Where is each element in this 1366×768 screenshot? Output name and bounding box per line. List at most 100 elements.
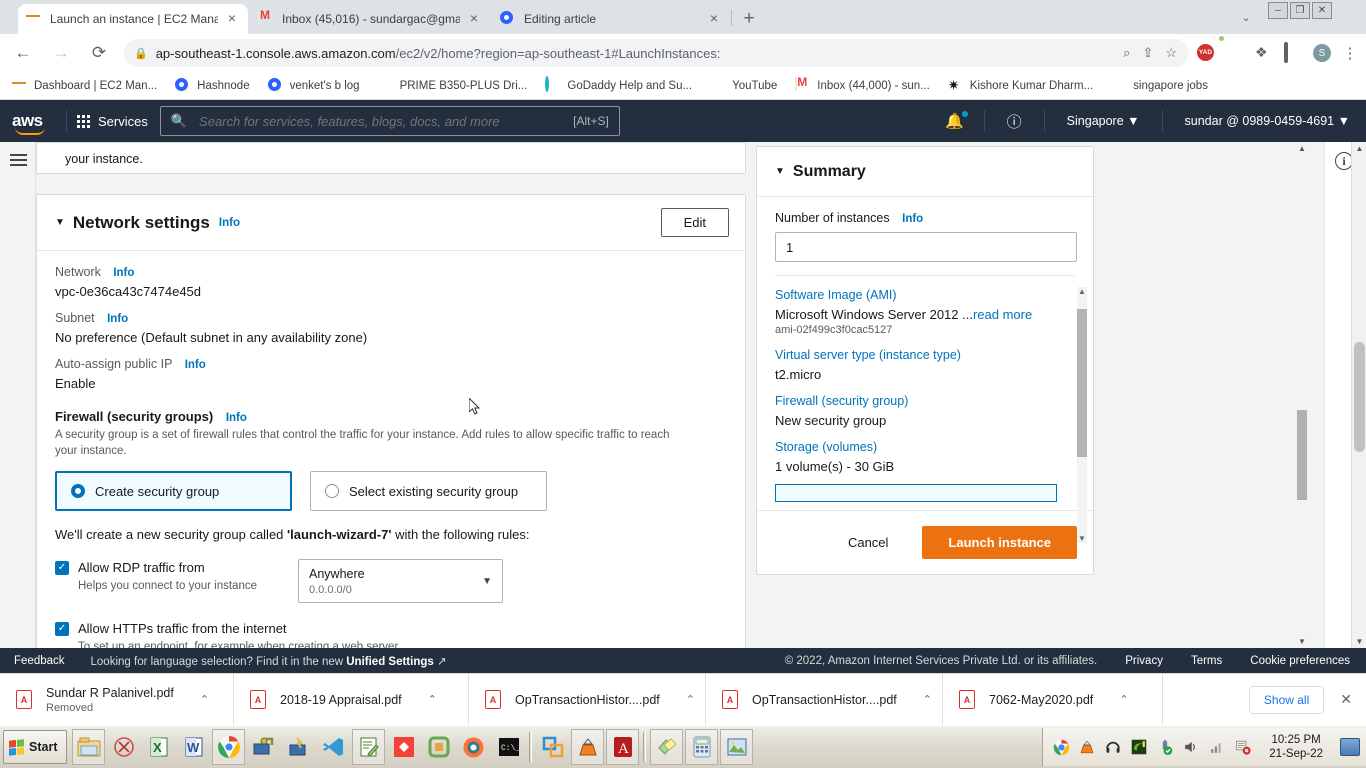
puzzle-extensions-icon[interactable]: ❖ [1255, 44, 1273, 62]
photo-viewer-icon[interactable] [720, 729, 754, 765]
chrome-tray-icon[interactable] [1053, 739, 1070, 756]
usb-safely-remove-icon[interactable] [1157, 739, 1174, 756]
firefox-icon[interactable] [457, 729, 490, 765]
nvidia-tray-icon[interactable] [1131, 739, 1148, 756]
notifications-bell-icon[interactable]: 🔔 [935, 111, 974, 130]
browser-tab-0[interactable]: Launch an instance | EC2 Manageme × [18, 4, 248, 34]
create-security-group-option[interactable]: Create security group [55, 471, 292, 512]
bookmark-star-icon[interactable]: ☆ [1165, 45, 1177, 61]
chevron-up-icon[interactable]: ⌃ [1119, 693, 1128, 706]
hamburger-menu-icon[interactable] [10, 154, 27, 169]
aws-search-box[interactable]: 🔍 [Alt+S] [159, 106, 620, 136]
browser-tab-2[interactable]: Editing article × [492, 4, 730, 34]
cancel-button[interactable]: Cancel [836, 529, 900, 556]
chevron-up-icon[interactable]: ⌃ [200, 693, 209, 706]
content-scrollbar[interactable]: ▲ ▼ [1295, 142, 1309, 648]
reload-button[interactable]: ⟳ [84, 38, 114, 68]
services-menu-button[interactable]: Services [77, 114, 148, 129]
restore-button[interactable]: ❐ [1290, 2, 1310, 19]
scroll-down-arrow-icon[interactable]: ▼ [1352, 637, 1366, 646]
page-scrollbar[interactable]: ▲ ▼ [1351, 142, 1366, 648]
tab-close-button[interactable]: × [224, 11, 240, 27]
back-button[interactable]: ← [8, 38, 38, 68]
excel-icon[interactable]: X [142, 729, 175, 765]
chrome-menu-icon[interactable]: ⋮ [1342, 44, 1358, 62]
green-link-icon[interactable] [422, 729, 455, 765]
chrome-icon[interactable] [212, 729, 246, 765]
collapse-caret-icon[interactable]: ▼ [775, 166, 785, 177]
word-icon[interactable]: W [177, 729, 210, 765]
select-existing-security-group-option[interactable]: Select existing security group [310, 471, 547, 512]
vlc-icon[interactable] [571, 729, 605, 765]
close-downloads-bar-button[interactable]: ✕ [1340, 691, 1352, 708]
scroll-thumb[interactable] [1297, 410, 1307, 500]
search-input[interactable] [197, 112, 574, 130]
chevron-up-icon[interactable]: ⌃ [428, 693, 437, 706]
info-link[interactable]: Info [113, 267, 134, 279]
bookmark-item[interactable]: Dashboard | EC2 Man... [12, 78, 157, 94]
taskbar-clock[interactable]: 10:25 PM 21-Sep-22 [1269, 733, 1323, 761]
start-button[interactable]: Start [3, 730, 68, 764]
new-tab-button[interactable]: + [738, 8, 760, 30]
summary-link[interactable]: Firewall (security group) [775, 394, 1075, 408]
download-item[interactable]: A Sundar R Palanivel.pdf Removed ⌃ [0, 673, 234, 726]
download-item[interactable]: A 2018-19 Appraisal.pdf ⌃ [234, 673, 469, 726]
aws-logo[interactable]: aws [12, 111, 56, 135]
bookmark-item[interactable]: YouTube [710, 78, 777, 94]
read-more-link[interactable]: read more [973, 307, 1032, 322]
chevron-up-icon[interactable]: ⌃ [923, 693, 932, 706]
forward-button[interactable]: → [46, 38, 76, 68]
bookmark-item[interactable]: Inbox (44,000) - sun... [795, 76, 930, 94]
notepad-plus-icon[interactable] [352, 729, 386, 765]
adobe-reader-icon[interactable]: A [606, 729, 640, 765]
info-link[interactable]: Info [107, 313, 128, 325]
info-link[interactable]: Info [902, 213, 923, 225]
vlc-tray-icon[interactable] [1079, 739, 1096, 756]
share-icon[interactable]: ⇪ [1142, 45, 1153, 61]
side-panel-icon[interactable] [1284, 42, 1302, 63]
rdp-source-select[interactable]: Anywhere 0.0.0.0/0 ▼ [298, 559, 503, 604]
sticky-notes-icon[interactable] [650, 729, 684, 765]
dark-extension-icon[interactable] [1226, 44, 1244, 62]
summary-link[interactable]: Software Image (AMI) [775, 288, 1075, 302]
cookie-preferences-link[interactable]: Cookie preferences [1250, 655, 1350, 667]
info-link[interactable]: Info [185, 359, 206, 371]
bookmark-item[interactable]: ✷ Kishore Kumar Dharm... [948, 78, 1093, 94]
tab-close-button[interactable]: × [706, 11, 722, 27]
summary-link[interactable]: Storage (volumes) [775, 440, 1075, 454]
summary-scrollbar[interactable]: ▲ ▼ [1077, 287, 1087, 543]
edit-button[interactable]: Edit [660, 208, 729, 237]
yad-extension-icon[interactable]: YAD [1197, 44, 1215, 62]
collapse-caret-icon[interactable]: ▼ [55, 217, 65, 228]
tab-list-chevron-icon[interactable]: ⌄ [1236, 9, 1256, 27]
scroll-thumb[interactable] [1354, 342, 1365, 452]
highlighted-field[interactable] [775, 484, 1057, 502]
feedback-link[interactable]: Feedback [14, 655, 65, 667]
scroll-up-arrow-icon[interactable]: ▲ [1295, 144, 1309, 153]
remote-desktop-2-icon[interactable] [282, 729, 315, 765]
bookmark-item[interactable]: Hashnode [175, 77, 250, 94]
chevron-up-icon[interactable]: ⌃ [686, 693, 695, 706]
remote-desktop-1-icon[interactable] [247, 729, 280, 765]
bookmark-item[interactable]: singapore jobs [1111, 78, 1208, 94]
profile-avatar[interactable]: S [1313, 44, 1331, 62]
download-item[interactable]: A 7062-May2020.pdf ⌃ [943, 673, 1163, 726]
info-link[interactable]: Info [219, 217, 240, 229]
calculator-icon[interactable] [685, 729, 719, 765]
scroll-down-arrow-icon[interactable]: ▼ [1077, 534, 1087, 543]
command-prompt-icon[interactable]: C:\_ [492, 729, 525, 765]
headset-tray-icon[interactable] [1105, 739, 1122, 756]
scroll-down-arrow-icon[interactable]: ▼ [1295, 637, 1309, 646]
minimize-button[interactable]: – [1268, 2, 1288, 19]
scroll-up-arrow-icon[interactable]: ▲ [1077, 287, 1087, 296]
scroll-thumb[interactable] [1077, 309, 1087, 457]
file-explorer-icon[interactable] [72, 729, 106, 765]
scroll-up-arrow-icon[interactable]: ▲ [1352, 144, 1366, 153]
unified-settings-link[interactable]: Unified Settings [346, 656, 434, 668]
bookmark-item[interactable]: PRIME B350-PLUS Dri... [378, 78, 528, 94]
checkbox-checked-icon[interactable]: ✓ [55, 622, 69, 637]
number-of-instances-input[interactable]: 1 [775, 232, 1077, 262]
tab-close-button[interactable]: × [466, 11, 482, 27]
bookmark-item[interactable]: GoDaddy Help and Su... [545, 75, 692, 94]
browser-tab-1[interactable]: Inbox (45,016) - sundargac@gmail.c × [250, 4, 490, 34]
